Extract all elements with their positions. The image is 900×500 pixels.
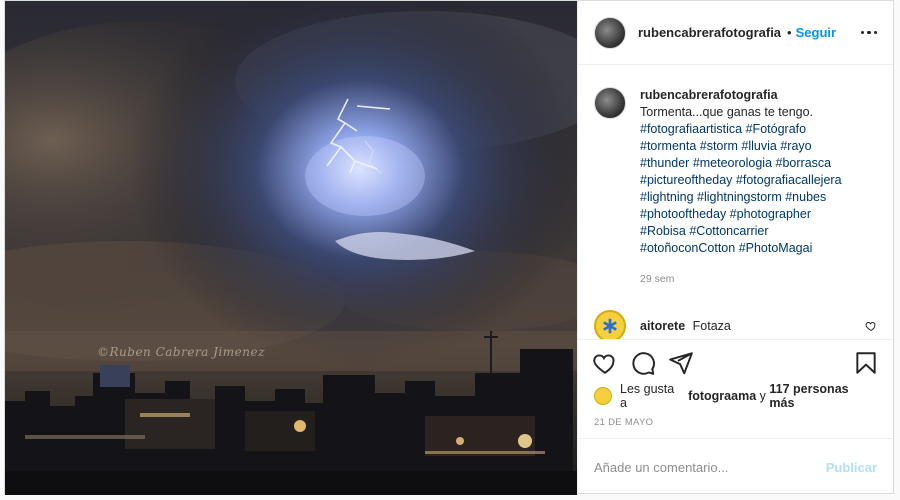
caption-avatar[interactable]: [594, 87, 626, 119]
publish-button[interactable]: Publicar: [826, 460, 877, 475]
hashtag-line[interactable]: #lightning #lightningstorm #nubes: [640, 189, 877, 206]
add-comment-form: Publicar: [578, 439, 893, 495]
likes-prefix: Les gusta a: [620, 382, 675, 410]
post-caption: rubencabrerafotografia Tormenta...que ga…: [594, 87, 877, 288]
commenter-username[interactable]: aitorete: [640, 319, 685, 333]
hashtag-line[interactable]: #thunder #meteorologia #borrasca: [640, 155, 877, 172]
separator-dot: •: [787, 25, 792, 40]
hashtag-line[interactable]: #photooftheday #photographer: [640, 206, 877, 223]
hashtag-line[interactable]: #Robisa #Cottoncarrier: [640, 223, 877, 240]
likes-summary: Les gusta a fotograama y 117 personas má…: [578, 382, 893, 410]
hashtag-line[interactable]: #otoñoconCotton #PhotoMagai: [640, 240, 877, 257]
share-icon[interactable]: [668, 350, 694, 376]
caption-text: Tormenta...que ganas te tengo.: [640, 105, 814, 119]
post-date[interactable]: 21 DE MAYO: [578, 407, 893, 439]
star-of-life-icon: [603, 318, 617, 334]
more-options-icon[interactable]: [859, 25, 880, 41]
caption-username[interactable]: rubencabrerafotografia: [640, 87, 877, 104]
hashtag-line[interactable]: #pictureoftheday #fotografiacallejera: [640, 172, 877, 189]
instagram-post: ©Ruben Cabrera Jimenez rubencabrerafotog…: [4, 0, 894, 495]
liker-username[interactable]: fotograama: [688, 389, 756, 403]
author-avatar[interactable]: [594, 16, 626, 49]
post-actions-bar: [578, 339, 893, 385]
likes-others-link[interactable]: 117 personas más: [769, 382, 877, 410]
commenter-avatar[interactable]: [594, 310, 626, 339]
bookmark-icon[interactable]: [853, 350, 879, 376]
comment-icon[interactable]: [630, 350, 656, 376]
post-side-panel: rubencabrerafotografia • Seguir rubencab…: [577, 1, 893, 495]
follow-button[interactable]: Seguir: [796, 25, 836, 40]
comments-section: rubencabrerafotografia Tormenta...que ga…: [578, 65, 893, 339]
likes-connector: y: [759, 389, 766, 403]
post-photo[interactable]: ©Ruben Cabrera Jimenez: [5, 1, 577, 495]
post-header: rubencabrerafotografia • Seguir: [578, 1, 893, 65]
caption-time-ago[interactable]: 29 sem: [640, 271, 877, 288]
liker-avatar[interactable]: [594, 387, 612, 405]
storm-photo-image: [5, 1, 577, 495]
comment-item: aitorete Fotaza: [594, 310, 877, 339]
comment-input[interactable]: [594, 459, 826, 475]
photo-watermark: ©Ruben Cabrera Jimenez: [97, 345, 265, 359]
hashtag-line[interactable]: #tormenta #storm #lluvia #rayo: [640, 138, 877, 155]
heart-icon[interactable]: [592, 350, 618, 376]
comment-like-heart-icon[interactable]: [865, 320, 877, 332]
hashtag-line[interactable]: #fotografiaartistica #Fotógrafo: [640, 121, 877, 138]
author-username[interactable]: rubencabrerafotografia: [638, 25, 781, 40]
comment-text: Fotaza: [692, 319, 731, 333]
